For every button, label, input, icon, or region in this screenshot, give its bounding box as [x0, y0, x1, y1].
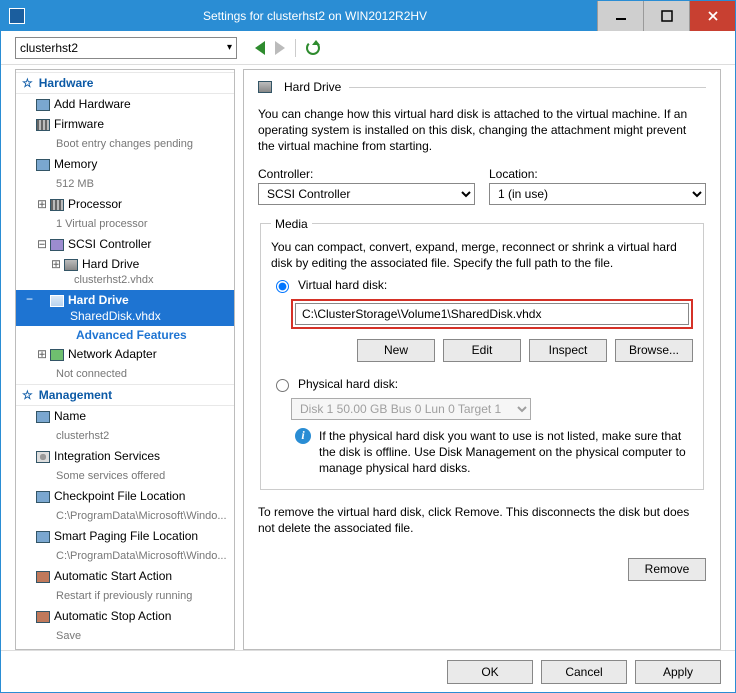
radio-virtual-disk[interactable]	[276, 280, 289, 293]
harddrive-icon	[50, 295, 64, 307]
media-legend: Media	[271, 217, 312, 231]
vhd-path-input[interactable]	[295, 303, 689, 325]
ok-button[interactable]: OK	[447, 660, 533, 684]
radio-physical-disk-label: Physical hard disk:	[298, 377, 398, 391]
window-title: Settings for clusterhst2 on WIN2012R2HV	[33, 9, 597, 23]
radio-virtual-disk-label: Virtual hard disk:	[298, 278, 387, 292]
media-description: You can compact, convert, expand, merge,…	[271, 239, 693, 271]
vm-selector-value: clusterhst2	[20, 41, 78, 55]
network-icon	[50, 349, 64, 361]
management-section[interactable]: ☆Management	[16, 384, 234, 406]
sidebar-harddrive-2[interactable]: Hard DriveSharedDisk.vhdx	[16, 290, 234, 326]
sidebar-firmware[interactable]: Firmware	[16, 114, 234, 134]
harddrive-icon	[64, 259, 78, 271]
location-select[interactable]: 1 (in use)	[489, 183, 706, 205]
browse-button[interactable]: Browse...	[615, 339, 693, 362]
controller-label: Controller:	[258, 167, 475, 181]
sidebar-processor-sub: 1 Virtual processor	[16, 214, 234, 234]
physical-disk-select: Disk 1 50.00 GB Bus 0 Lun 0 Target 1	[291, 398, 531, 420]
settings-window: Settings for clusterhst2 on WIN2012R2HV …	[0, 0, 736, 693]
sidebar-autostop-sub: Save	[16, 626, 234, 646]
sidebar-memory-sub: 512 MB	[16, 174, 234, 194]
physical-disk-info: If the physical hard disk you want to us…	[319, 428, 693, 477]
sidebar-processor[interactable]: ⊞Processor	[16, 194, 234, 214]
sidebar-name[interactable]: Name	[16, 406, 234, 426]
app-icon	[9, 8, 25, 24]
media-group: Media You can compact, convert, expand, …	[260, 217, 704, 490]
sidebar-checkpoint[interactable]: Checkpoint File Location	[16, 486, 234, 506]
sidebar-integration-sub: Some services offered	[16, 466, 234, 486]
smartpaging-icon	[36, 531, 50, 543]
hardware-section[interactable]: ☆Hardware	[16, 72, 234, 94]
toolbar: clusterhst2 ▾	[1, 31, 735, 65]
sidebar-add-hardware[interactable]: Add Hardware	[16, 94, 234, 114]
controller-select[interactable]: SCSI Controller	[258, 183, 475, 205]
sidebar-scsi[interactable]: ⊟SCSI Controller	[16, 234, 234, 254]
firmware-icon	[36, 119, 50, 131]
sidebar-harddrive-1[interactable]: ⊞Hard Driveclusterhst2.vhdx	[16, 254, 234, 290]
sidebar-memory[interactable]: Memory	[16, 154, 234, 174]
maximize-button[interactable]	[643, 1, 689, 31]
footer: OK Cancel Apply	[1, 650, 735, 692]
inspect-button[interactable]: Inspect	[529, 339, 607, 362]
sidebar: ☆Hardware Add Hardware Firmware Boot ent…	[15, 69, 235, 650]
sidebar-name-sub: clusterhst2	[16, 426, 234, 446]
refresh-icon[interactable]	[306, 41, 320, 55]
forward-icon	[275, 41, 285, 55]
scsi-icon	[50, 239, 64, 251]
radio-physical-disk[interactable]	[276, 379, 289, 392]
close-button[interactable]	[689, 1, 735, 31]
name-icon	[36, 411, 50, 423]
edit-button[interactable]: Edit	[443, 339, 521, 362]
sidebar-smartpaging-sub: C:\ProgramData\Microsoft\Windo...	[16, 546, 234, 566]
back-icon[interactable]	[255, 41, 265, 55]
sidebar-autostop[interactable]: Automatic Stop Action	[16, 606, 234, 626]
sidebar-autostart[interactable]: Automatic Start Action	[16, 566, 234, 586]
integration-icon	[36, 451, 50, 463]
sidebar-checkpoint-sub: C:\ProgramData\Microsoft\Windo...	[16, 506, 234, 526]
cancel-button[interactable]: Cancel	[541, 660, 627, 684]
sidebar-firmware-sub: Boot entry changes pending	[16, 134, 234, 154]
new-button[interactable]: New	[357, 339, 435, 362]
content-panel: Hard Drive You can change how this virtu…	[243, 69, 721, 650]
sidebar-network[interactable]: ⊞Network Adapter	[16, 344, 234, 364]
dropdown-icon: ▾	[227, 42, 232, 53]
remove-description: To remove the virtual hard disk, click R…	[258, 504, 706, 536]
panel-title: Hard Drive	[284, 80, 341, 94]
sidebar-autostart-sub: Restart if previously running	[16, 586, 234, 606]
add-hardware-icon	[36, 99, 50, 111]
panel-description: You can change how this virtual hard dis…	[258, 106, 706, 155]
processor-icon	[50, 199, 64, 211]
apply-button[interactable]: Apply	[635, 660, 721, 684]
sidebar-smartpaging[interactable]: Smart Paging File Location	[16, 526, 234, 546]
titlebar: Settings for clusterhst2 on WIN2012R2HV	[1, 1, 735, 31]
sidebar-integration[interactable]: Integration Services	[16, 446, 234, 466]
sidebar-advanced-features[interactable]: Advanced Features	[16, 326, 234, 344]
autostart-icon	[36, 571, 50, 583]
info-icon: i	[295, 428, 311, 444]
autostop-icon	[36, 611, 50, 623]
harddrive-icon	[258, 81, 272, 93]
vm-selector[interactable]: clusterhst2 ▾	[15, 37, 237, 59]
sidebar-network-sub: Not connected	[16, 364, 234, 384]
minimize-button[interactable]	[597, 1, 643, 31]
remove-button[interactable]: Remove	[628, 558, 706, 581]
memory-icon	[36, 159, 50, 171]
location-label: Location:	[489, 167, 706, 181]
vhd-path-highlight	[291, 299, 693, 329]
checkpoint-icon	[36, 491, 50, 503]
